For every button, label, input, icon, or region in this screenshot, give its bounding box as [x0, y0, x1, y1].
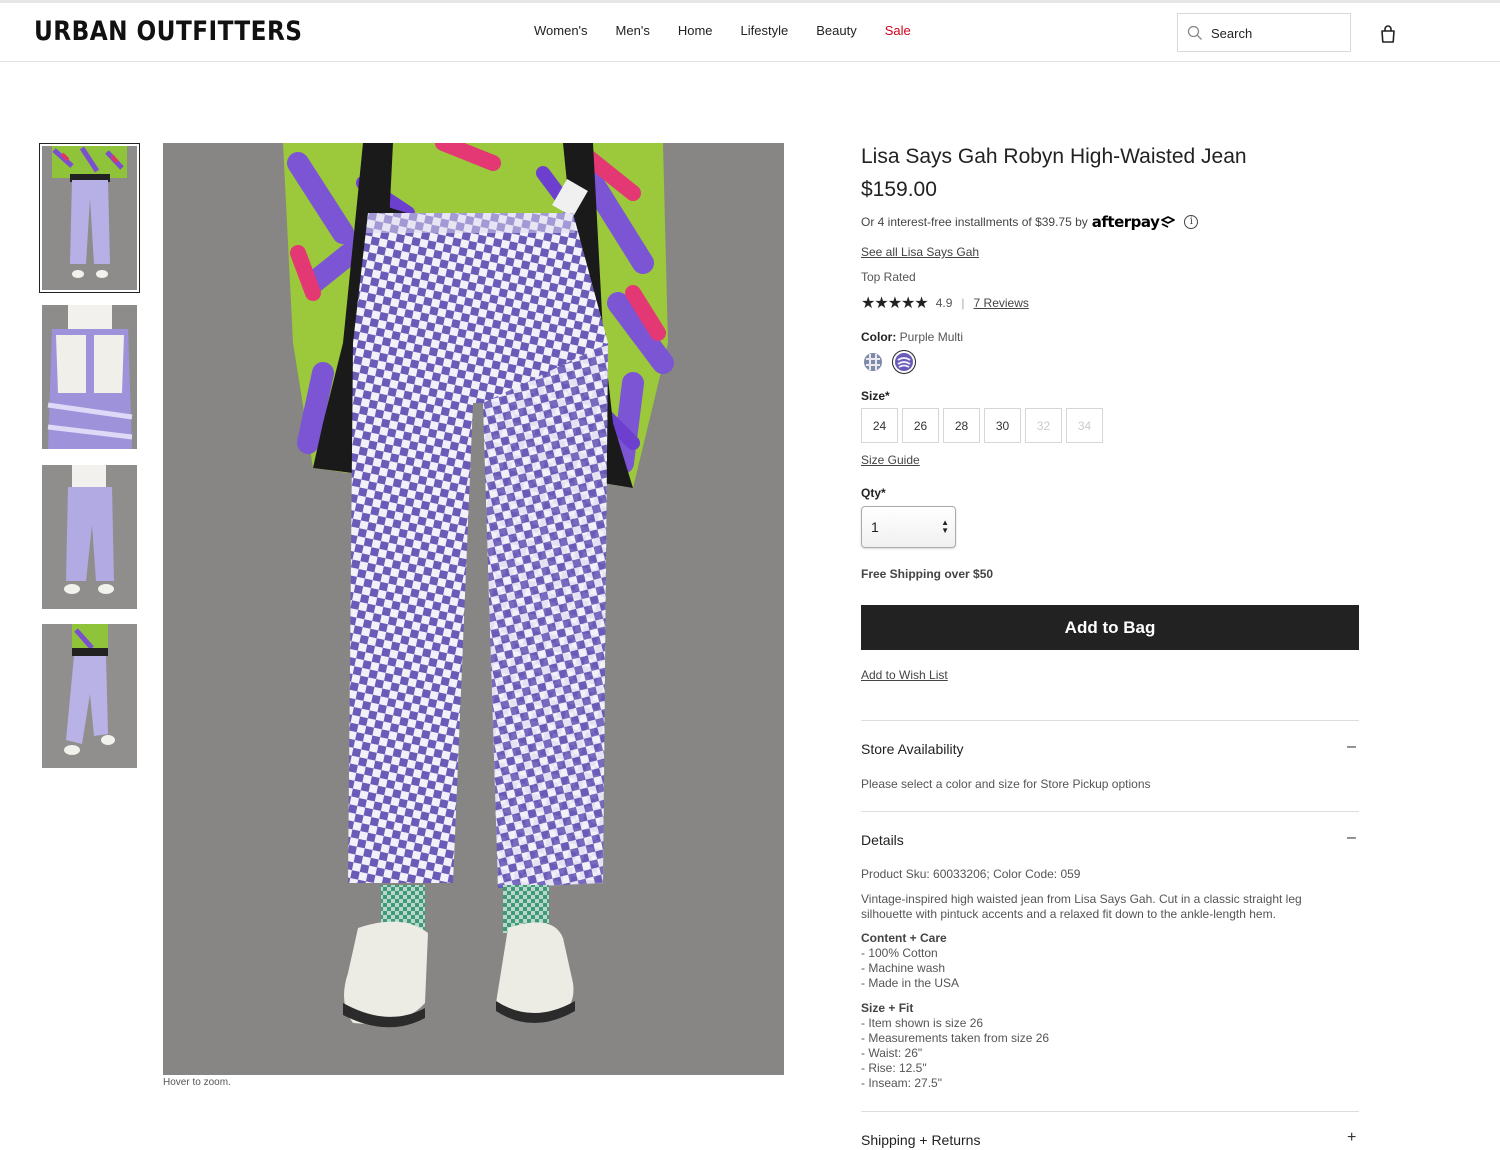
- reviews-link[interactable]: 7 Reviews: [974, 296, 1029, 310]
- add-to-bag-button[interactable]: Add to Bag: [861, 605, 1359, 650]
- swatch-purple-multi-image: [895, 353, 913, 371]
- search-box[interactable]: [1177, 13, 1351, 52]
- collapse-icon[interactable]: –: [1347, 829, 1356, 847]
- nav-mens[interactable]: Men's: [616, 23, 650, 38]
- product-description: Vintage-inspired high waisted jean from …: [861, 892, 1302, 921]
- nav-home[interactable]: Home: [678, 23, 713, 38]
- content-care-section: Content + Care - 100% Cotton - Machine w…: [861, 931, 959, 991]
- size-fit-section: Size + Fit - Item shown is size 26 - Mea…: [861, 1001, 1049, 1091]
- free-shipping-note: Free Shipping over $50: [861, 567, 994, 581]
- color-swatches: [861, 350, 916, 374]
- size-32[interactable]: 32: [1025, 408, 1062, 443]
- add-to-wish-list-link[interactable]: Add to Wish List: [861, 668, 948, 682]
- search-input[interactable]: [1211, 23, 1341, 43]
- shipping-returns-header[interactable]: Shipping + Returns: [861, 1132, 980, 1148]
- thumbnail-3-image: [42, 465, 137, 609]
- thumbnail-2-image: [42, 305, 137, 449]
- fit-item: - Rise: 12.5": [861, 1061, 927, 1075]
- divider: [861, 720, 1359, 721]
- fit-item: - Waist: 26": [861, 1046, 923, 1060]
- content-care-heading: Content + Care: [861, 931, 947, 945]
- size-30[interactable]: 30: [984, 408, 1021, 443]
- product-photo: [163, 143, 784, 1075]
- store-availability-header[interactable]: Store Availability: [861, 741, 963, 757]
- star-rating-icon: ★★★★★: [861, 295, 929, 312]
- color-label-key: Color:: [861, 330, 897, 344]
- see-all-brand-link[interactable]: See all Lisa Says Gah: [861, 245, 979, 259]
- size-options: 24 26 28 30 32 34: [861, 408, 1103, 443]
- qty-label: Qty*: [861, 486, 886, 500]
- site-header: URBAN OUTFITTERS Women's Men's Home Life…: [0, 3, 1500, 62]
- details-header[interactable]: Details: [861, 832, 904, 848]
- swatch-blue-multi[interactable]: [861, 350, 885, 374]
- product-title: Lisa Says Gah Robyn High-Waisted Jean: [861, 145, 1247, 168]
- size-label: Size*: [861, 389, 890, 403]
- fit-item: - Item shown is size 26: [861, 1016, 984, 1030]
- swatch-blue-multi-image: [864, 353, 882, 371]
- thumbnail-3[interactable]: [42, 465, 137, 609]
- info-icon[interactable]: i: [1184, 215, 1199, 229]
- nav-lifestyle[interactable]: Lifestyle: [741, 23, 789, 38]
- nav-sale[interactable]: Sale: [885, 23, 911, 38]
- rating-value: 4.9: [935, 296, 953, 310]
- rating-row: ★★★★★ 4.9 | 7 Reviews: [861, 293, 1029, 313]
- quantity-value: 1: [871, 519, 879, 535]
- fit-item: - Inseam: 27.5": [861, 1076, 942, 1090]
- size-fit-heading: Size + Fit: [861, 1001, 914, 1015]
- shopping-bag-icon[interactable]: [1378, 24, 1398, 44]
- main-nav: Women's Men's Home Lifestyle Beauty Sale: [534, 23, 939, 38]
- thumbnail-4[interactable]: [42, 624, 137, 768]
- nav-beauty[interactable]: Beauty: [816, 23, 856, 38]
- store-availability-text: Please select a color and size for Store…: [861, 777, 1151, 791]
- afterpay-arrows-icon: [1161, 216, 1176, 228]
- fit-item: - Measurements taken from size 26: [861, 1031, 1050, 1045]
- select-arrows-icon: ▲ ▼: [941, 518, 949, 535]
- thumbnail-1[interactable]: [39, 143, 140, 293]
- nav-womens[interactable]: Women's: [534, 23, 588, 38]
- care-item: - Made in the USA: [861, 976, 960, 990]
- divider: [861, 811, 1359, 812]
- afterpay-line: Or 4 interest-free installments of $39.7…: [861, 213, 1199, 231]
- thumbnail-4-image: [42, 624, 137, 768]
- afterpay-logo[interactable]: afterpay: [1092, 213, 1160, 231]
- size-guide-link[interactable]: Size Guide: [861, 453, 920, 467]
- care-item: - Machine wash: [861, 961, 946, 975]
- afterpay-text: Or 4 interest-free installments of $39.7…: [861, 215, 1088, 229]
- care-item: - 100% Cotton: [861, 946, 938, 960]
- size-26[interactable]: 26: [902, 408, 939, 443]
- main-product-image[interactable]: [163, 143, 784, 1075]
- quantity-select[interactable]: 1 ▲ ▼: [861, 506, 956, 548]
- divider: [861, 1111, 1359, 1112]
- size-28[interactable]: 28: [943, 408, 980, 443]
- top-rated-label: Top Rated: [861, 270, 916, 284]
- color-value: Purple Multi: [899, 330, 964, 344]
- logo[interactable]: URBAN OUTFITTERS: [34, 16, 302, 47]
- product-sku: Product Sku: 60033206; Color Code: 059: [861, 867, 1081, 881]
- hover-zoom-hint: Hover to zoom.: [163, 1077, 231, 1088]
- collapse-icon[interactable]: –: [1347, 738, 1356, 756]
- size-24[interactable]: 24: [861, 408, 898, 443]
- color-label: Color: Purple Multi: [861, 330, 963, 344]
- search-icon: [1187, 25, 1202, 40]
- expand-icon[interactable]: +: [1347, 1129, 1356, 1147]
- size-34[interactable]: 34: [1066, 408, 1103, 443]
- rating-separator: |: [961, 296, 965, 310]
- product-price: $159.00: [861, 178, 937, 201]
- swatch-purple-multi[interactable]: [892, 350, 916, 374]
- thumbnail-1-image: [42, 146, 137, 290]
- thumbnail-2[interactable]: [42, 305, 137, 449]
